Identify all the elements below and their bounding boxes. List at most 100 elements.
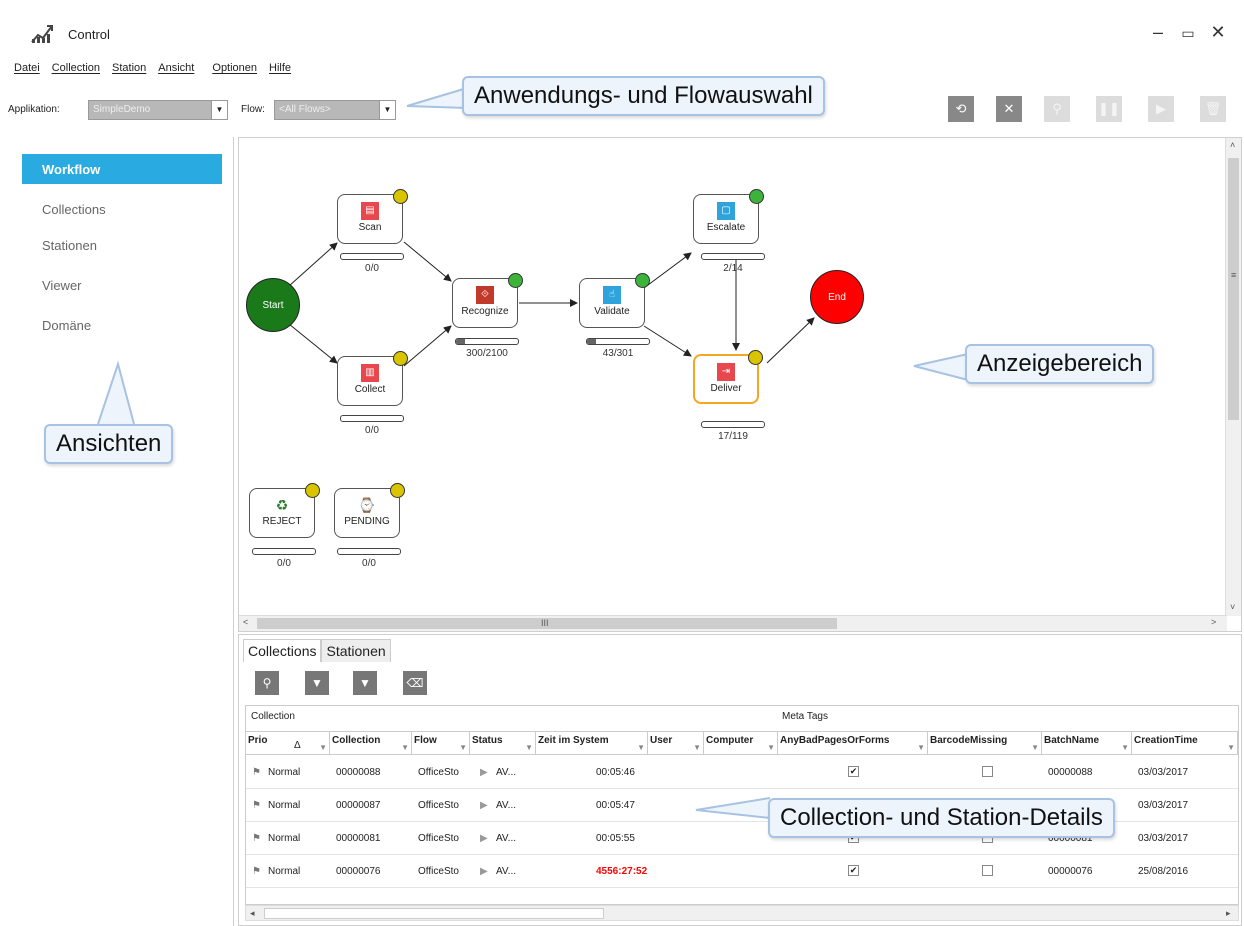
flag-icon: ⚑ xyxy=(252,833,261,844)
refresh-icon: ⟲ xyxy=(955,101,967,116)
column-header-anybadpagesorforms[interactable]: AnyBadPagesOrForms ▼ xyxy=(778,731,928,755)
flag-icon: ⚑ xyxy=(252,767,261,778)
column-header-prio[interactable]: Prio Δ ▼ xyxy=(246,731,330,755)
checkbox-anybadpagesorforms: ✔ xyxy=(848,865,859,876)
table-horizontal-scrollbar[interactable]: ◂ ▸ xyxy=(245,905,1239,921)
chevron-down-icon: ▼ xyxy=(525,743,533,752)
column-header-computer[interactable]: Computer ▼ xyxy=(704,731,778,755)
column-header-creationtime[interactable]: CreationTime ▼ xyxy=(1132,731,1238,755)
nav-viewer[interactable]: Viewer xyxy=(22,270,222,300)
menu-ansicht[interactable]: Ansicht xyxy=(158,62,194,80)
cell-status: AV... xyxy=(496,800,517,811)
scroll-up-icon[interactable]: ˄ xyxy=(1230,140,1235,150)
scroll-right-icon[interactable]: > xyxy=(1211,617,1216,627)
group-header-collection: Collection xyxy=(251,711,295,722)
station-recognize[interactable]: ⟐ Recognize xyxy=(452,273,523,328)
menu-hilfe[interactable]: Hilfe xyxy=(269,62,291,80)
chevron-down-icon: ▼ xyxy=(917,743,925,752)
station-deliver[interactable]: ⇥ Deliver xyxy=(693,350,763,404)
menu-collection[interactable]: Collection xyxy=(52,62,100,80)
canvas-vertical-scrollbar[interactable]: ˄ ≡ ˅ xyxy=(1225,138,1241,616)
application-select[interactable]: SimpleDemo ▼ xyxy=(88,100,228,120)
cell-flow: OfficeSto xyxy=(418,767,459,778)
canvas-horizontal-scrollbar[interactable]: < III > xyxy=(239,615,1227,631)
flag-icon: ⚑ xyxy=(252,800,261,811)
filter-settings-button[interactable]: ▼ xyxy=(353,671,377,695)
scroll-thumb[interactable] xyxy=(1228,158,1239,420)
settings-button[interactable]: ✕ xyxy=(996,96,1022,122)
search-station-button[interactable]: ⚲ xyxy=(1044,96,1070,122)
chevron-down-icon: ▼ xyxy=(459,743,467,752)
scroll-thumb[interactable] xyxy=(264,908,604,919)
cell-zeit-im-system: 00:05:47 xyxy=(596,800,635,811)
cell-prio: Normal xyxy=(268,800,301,811)
station-collect[interactable]: ▥ Collect xyxy=(337,351,408,406)
menu-datei[interactable]: Datei xyxy=(14,62,40,80)
flow-select[interactable]: <All Flows> ▼ xyxy=(274,100,396,120)
menu-optionen[interactable]: Optionen xyxy=(212,62,257,80)
nav-workflow[interactable]: Workflow xyxy=(22,154,222,184)
checkbox-barcodemissing xyxy=(982,766,993,777)
column-header-flow[interactable]: Flow ▼ xyxy=(412,731,470,755)
recognize-icon: ⟐ xyxy=(476,286,494,304)
station-label: Scan xyxy=(358,222,382,233)
station-validate[interactable]: ☝ Validate xyxy=(579,273,650,328)
cell-flow: OfficeSto xyxy=(418,866,459,877)
station-label: Escalate xyxy=(706,222,746,233)
maximize-button[interactable]: ▭ xyxy=(1176,25,1200,42)
chevron-down-icon: ▼ xyxy=(319,743,327,752)
nav-domaene[interactable]: Domäne xyxy=(22,310,222,340)
tab-stationen[interactable]: Stationen xyxy=(321,639,391,662)
end-node[interactable]: End xyxy=(810,270,864,324)
cell-prio: Normal xyxy=(268,767,301,778)
chevron-down-icon: ▼ xyxy=(401,743,409,752)
close-button[interactable]: ✕ xyxy=(1206,22,1230,43)
column-header-user[interactable]: User ▼ xyxy=(648,731,704,755)
cell-status: AV... xyxy=(496,866,517,877)
tools-icon: ✕ xyxy=(1003,101,1015,116)
scroll-down-icon[interactable]: ˅ xyxy=(1230,602,1235,612)
cell-prio: Normal xyxy=(268,833,301,844)
filter-button[interactable]: ▼ xyxy=(305,671,329,695)
table-row[interactable]: ⚑ Normal 00000088 OfficeSto ▶ AV... 00:05:46 ✔ 0… xyxy=(246,756,1238,789)
cell-batchname: 00000088 xyxy=(1048,767,1093,778)
cell-zeit-im-system: 4556:27:52 xyxy=(596,866,648,877)
pause-icon: ❚❚ xyxy=(1098,101,1120,116)
column-header-zeit-im-system[interactable]: Zeit im System ▼ xyxy=(536,731,648,755)
station-pending[interactable]: ⌚ PENDING xyxy=(334,483,405,538)
column-header-barcodemissing[interactable]: BarcodeMissing ▼ xyxy=(928,731,1042,755)
station-label: Recognize xyxy=(461,306,509,317)
recycle-bin-icon: ♻ xyxy=(275,497,289,513)
clipboard-clock-icon: ⌚ xyxy=(358,497,376,513)
refresh-button[interactable]: ⟲ xyxy=(948,96,974,122)
column-header-collection[interactable]: Collection ▼ xyxy=(330,731,412,755)
chevron-down-icon: ▼ xyxy=(767,743,775,752)
station-scan[interactable]: ▤ Scan xyxy=(337,189,408,244)
tab-collections[interactable]: Collections xyxy=(243,639,322,662)
play-button[interactable]: ▶ xyxy=(1148,96,1174,122)
nav-collections[interactable]: Collections xyxy=(22,194,222,224)
nav-stationen[interactable]: Stationen xyxy=(22,230,222,260)
menu-station[interactable]: Station xyxy=(112,62,146,80)
minimize-button[interactable]: – xyxy=(1146,22,1170,43)
station-reject[interactable]: ♻ REJECT xyxy=(249,483,320,538)
cell-creationtime: 25/08/2016 xyxy=(1138,866,1189,877)
column-header-status[interactable]: Status ▼ xyxy=(470,731,536,755)
status-dot xyxy=(393,189,408,204)
delete-button[interactable]: 🗑 xyxy=(1200,96,1226,122)
scroll-left-icon[interactable]: < xyxy=(243,617,248,627)
search-button[interactable]: ⚲ xyxy=(255,671,279,695)
clear-filter-button[interactable]: ⌫ xyxy=(403,671,427,695)
station-label: PENDING xyxy=(344,516,390,527)
table-row[interactable]: ⚑ Normal 00000076 OfficeSto ▶ AV... 4556:27:52… xyxy=(246,855,1238,888)
workflow-canvas[interactable]: Start End ▤ Scan 0/0 ▥ Collect 0/0 ⟐ Rec… xyxy=(238,137,1242,632)
scroll-right-icon[interactable]: ▸ xyxy=(1226,908,1231,919)
station-escalate[interactable]: ▢ Escalate xyxy=(693,189,764,244)
start-node[interactable]: Start xyxy=(246,278,300,332)
progress-bar-deliver xyxy=(701,421,765,428)
scroll-left-icon[interactable]: ◂ xyxy=(250,908,255,919)
chevron-down-icon: ▼ xyxy=(379,101,395,119)
pause-button[interactable]: ❚❚ xyxy=(1096,96,1122,122)
status-dot xyxy=(393,351,408,366)
column-header-batchname[interactable]: BatchName ▼ xyxy=(1042,731,1132,755)
